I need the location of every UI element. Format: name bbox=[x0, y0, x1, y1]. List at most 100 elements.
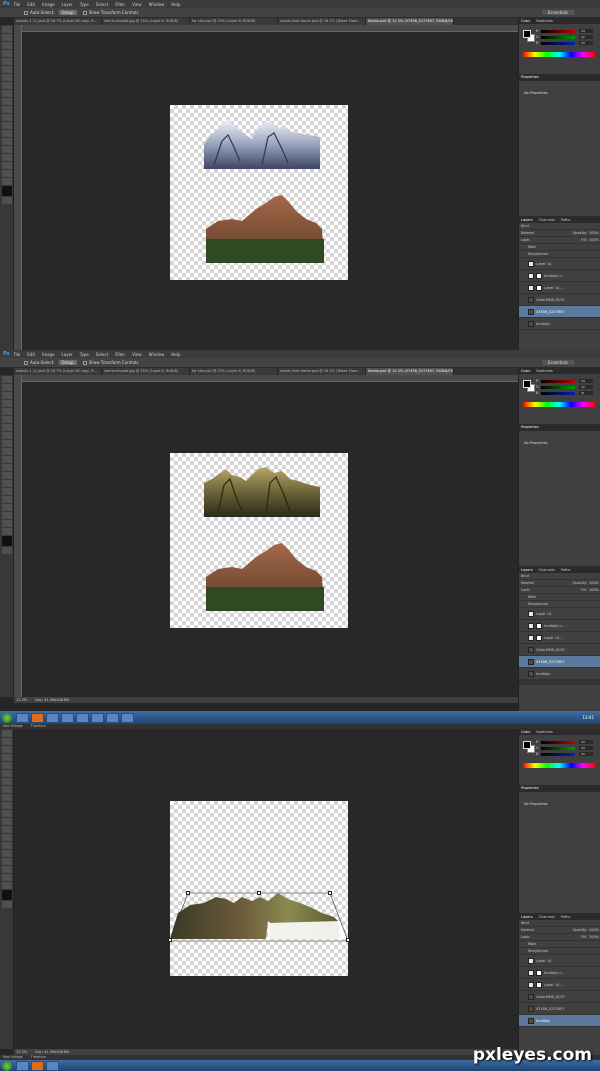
document-canvas[interactable] bbox=[170, 105, 348, 280]
layer-row[interactable]: multiply c... bbox=[519, 270, 600, 282]
layer-row[interactable]: Storyleuren bbox=[519, 948, 600, 955]
quick-mask-icon[interactable] bbox=[2, 547, 12, 554]
red-value[interactable]: 33 bbox=[579, 740, 593, 744]
tab-channels[interactable]: Channels bbox=[539, 218, 555, 222]
visibility-eye-icon[interactable] bbox=[521, 603, 525, 606]
tab-channels[interactable]: Channels bbox=[539, 568, 555, 572]
shape-tool-icon[interactable] bbox=[2, 866, 12, 873]
opacity-value[interactable]: 100% bbox=[589, 581, 599, 585]
visibility-eye-icon[interactable] bbox=[521, 950, 525, 953]
document-canvas[interactable] bbox=[170, 453, 348, 628]
opacity-value[interactable]: 100% bbox=[589, 928, 599, 932]
lasso-tool-icon[interactable] bbox=[2, 42, 12, 49]
menu-help[interactable]: Help bbox=[171, 2, 180, 7]
layer-filter-kind[interactable]: Kind bbox=[519, 223, 600, 230]
layer-row[interactable]: Main bbox=[519, 594, 600, 601]
eyedropper-tool-icon[interactable] bbox=[2, 66, 12, 73]
visibility-eye-icon[interactable] bbox=[521, 660, 525, 663]
zoom-tool-icon[interactable] bbox=[2, 528, 12, 535]
canvas-area[interactable] bbox=[22, 32, 518, 350]
visibility-eye-icon[interactable] bbox=[521, 636, 525, 639]
tab-color[interactable]: Color bbox=[521, 730, 530, 734]
healing-tool-icon[interactable] bbox=[2, 778, 12, 785]
type-tool-icon[interactable] bbox=[2, 496, 12, 503]
crop-tool-icon[interactable] bbox=[2, 58, 12, 65]
tab-layers[interactable]: Layers bbox=[521, 218, 533, 222]
visibility-eye-icon[interactable] bbox=[521, 286, 525, 289]
menu-layer[interactable]: Layer bbox=[62, 352, 73, 357]
layer-row[interactable]: Layer 14 bbox=[519, 955, 600, 967]
foreground-color-swatch[interactable] bbox=[523, 380, 531, 388]
green-slider[interactable] bbox=[541, 36, 575, 39]
clone-stamp-tool-icon[interactable] bbox=[2, 794, 12, 801]
layer-row[interactable]: Layer 14 ... bbox=[519, 979, 600, 991]
zoom-level[interactable]: 12.5% bbox=[16, 1050, 27, 1054]
menu-file[interactable]: File bbox=[14, 2, 21, 7]
foreground-color-swatch[interactable] bbox=[523, 741, 531, 749]
show-transform-checkbox[interactable] bbox=[82, 10, 87, 15]
menu-edit[interactable]: Edit bbox=[27, 352, 35, 357]
layer-filter-kind[interactable]: Kind bbox=[519, 573, 600, 580]
opacity-value[interactable]: 100% bbox=[589, 231, 599, 235]
taskbar-app-icon[interactable] bbox=[16, 1060, 29, 1071]
color-swatches-icon[interactable] bbox=[2, 536, 12, 546]
green-slider[interactable] bbox=[541, 747, 575, 750]
eraser-tool-icon[interactable] bbox=[2, 456, 12, 463]
tab-document-4[interactable]: island-river-home.psd @ 16.7% (Tower Flo… bbox=[278, 18, 366, 25]
type-tool-icon[interactable] bbox=[2, 850, 12, 857]
auto-select-dropdown[interactable]: Group bbox=[58, 10, 77, 15]
tab-channels[interactable]: Channels bbox=[539, 915, 555, 919]
taskbar-app-icon[interactable] bbox=[16, 712, 29, 723]
layer-row-selected[interactable]: 47456_5237607 bbox=[519, 306, 600, 318]
pen-tool-icon[interactable] bbox=[2, 138, 12, 145]
auto-select-dropdown[interactable]: Group bbox=[58, 360, 77, 365]
start-button-icon[interactable] bbox=[2, 1060, 12, 1071]
blend-mode-select[interactable]: Normal bbox=[521, 581, 534, 585]
path-select-tool-icon[interactable] bbox=[2, 154, 12, 161]
layer-row[interactable]: multiply c... bbox=[519, 620, 600, 632]
visibility-eye-icon[interactable] bbox=[521, 648, 525, 651]
layer-row[interactable]: Storyleuren bbox=[519, 251, 600, 258]
transform-handle[interactable] bbox=[328, 891, 332, 895]
layer-row[interactable]: multiply c... bbox=[519, 967, 600, 979]
tab-document-5[interactable]: fotolia.psd @ 12.5% (47456_5237607, RGB/… bbox=[366, 18, 454, 25]
layer-row[interactable]: multiply bbox=[519, 668, 600, 680]
blue-slider[interactable] bbox=[541, 753, 575, 756]
taskbar-app-icon[interactable] bbox=[106, 712, 119, 723]
zoom-tool-icon[interactable] bbox=[2, 178, 12, 185]
menu-view[interactable]: View bbox=[132, 352, 142, 357]
brush-tool-icon[interactable] bbox=[2, 786, 12, 793]
layer-row[interactable]: Main bbox=[519, 244, 600, 251]
layer-row[interactable]: Layer 14 ... bbox=[519, 632, 600, 644]
pen-tool-icon[interactable] bbox=[2, 488, 12, 495]
tab-paths[interactable]: Paths bbox=[561, 218, 571, 222]
hand-tool-icon[interactable] bbox=[2, 170, 12, 177]
green-value[interactable]: 34 bbox=[579, 746, 593, 750]
menu-window[interactable]: Window bbox=[149, 352, 165, 357]
color-spectrum[interactable] bbox=[523, 52, 595, 57]
layer-row[interactable]: Gallo MNS_6130 bbox=[519, 644, 600, 656]
visibility-eye-icon[interactable] bbox=[521, 596, 525, 599]
red-slider[interactable] bbox=[541, 380, 575, 383]
dodge-tool-icon[interactable] bbox=[2, 480, 12, 487]
visibility-eye-icon[interactable] bbox=[521, 246, 525, 249]
layer-row[interactable]: Gallo MNS_6130 bbox=[519, 991, 600, 1003]
tab-layers[interactable]: Layers bbox=[521, 915, 533, 919]
layer-row[interactable]: Storyleuren bbox=[519, 601, 600, 608]
tab-layers[interactable]: Layers bbox=[521, 568, 533, 572]
visibility-eye-icon[interactable] bbox=[521, 262, 525, 265]
layer-row[interactable]: multiply bbox=[519, 318, 600, 330]
marquee-tool-icon[interactable] bbox=[2, 738, 12, 745]
visibility-eye-icon[interactable] bbox=[521, 322, 525, 325]
blend-mode-select[interactable]: Normal bbox=[521, 928, 534, 932]
taskbar-app-icon[interactable] bbox=[76, 712, 89, 723]
layer-filter-kind[interactable]: Kind bbox=[519, 920, 600, 927]
canvas-area[interactable] bbox=[22, 382, 518, 697]
green-slider[interactable] bbox=[541, 386, 575, 389]
menu-edit[interactable]: Edit bbox=[27, 2, 35, 7]
color-spectrum[interactable] bbox=[523, 763, 595, 768]
menu-window[interactable]: Window bbox=[149, 2, 165, 7]
start-button-icon[interactable] bbox=[2, 712, 12, 723]
visibility-eye-icon[interactable] bbox=[521, 943, 525, 946]
menu-filter[interactable]: Filter bbox=[115, 352, 125, 357]
